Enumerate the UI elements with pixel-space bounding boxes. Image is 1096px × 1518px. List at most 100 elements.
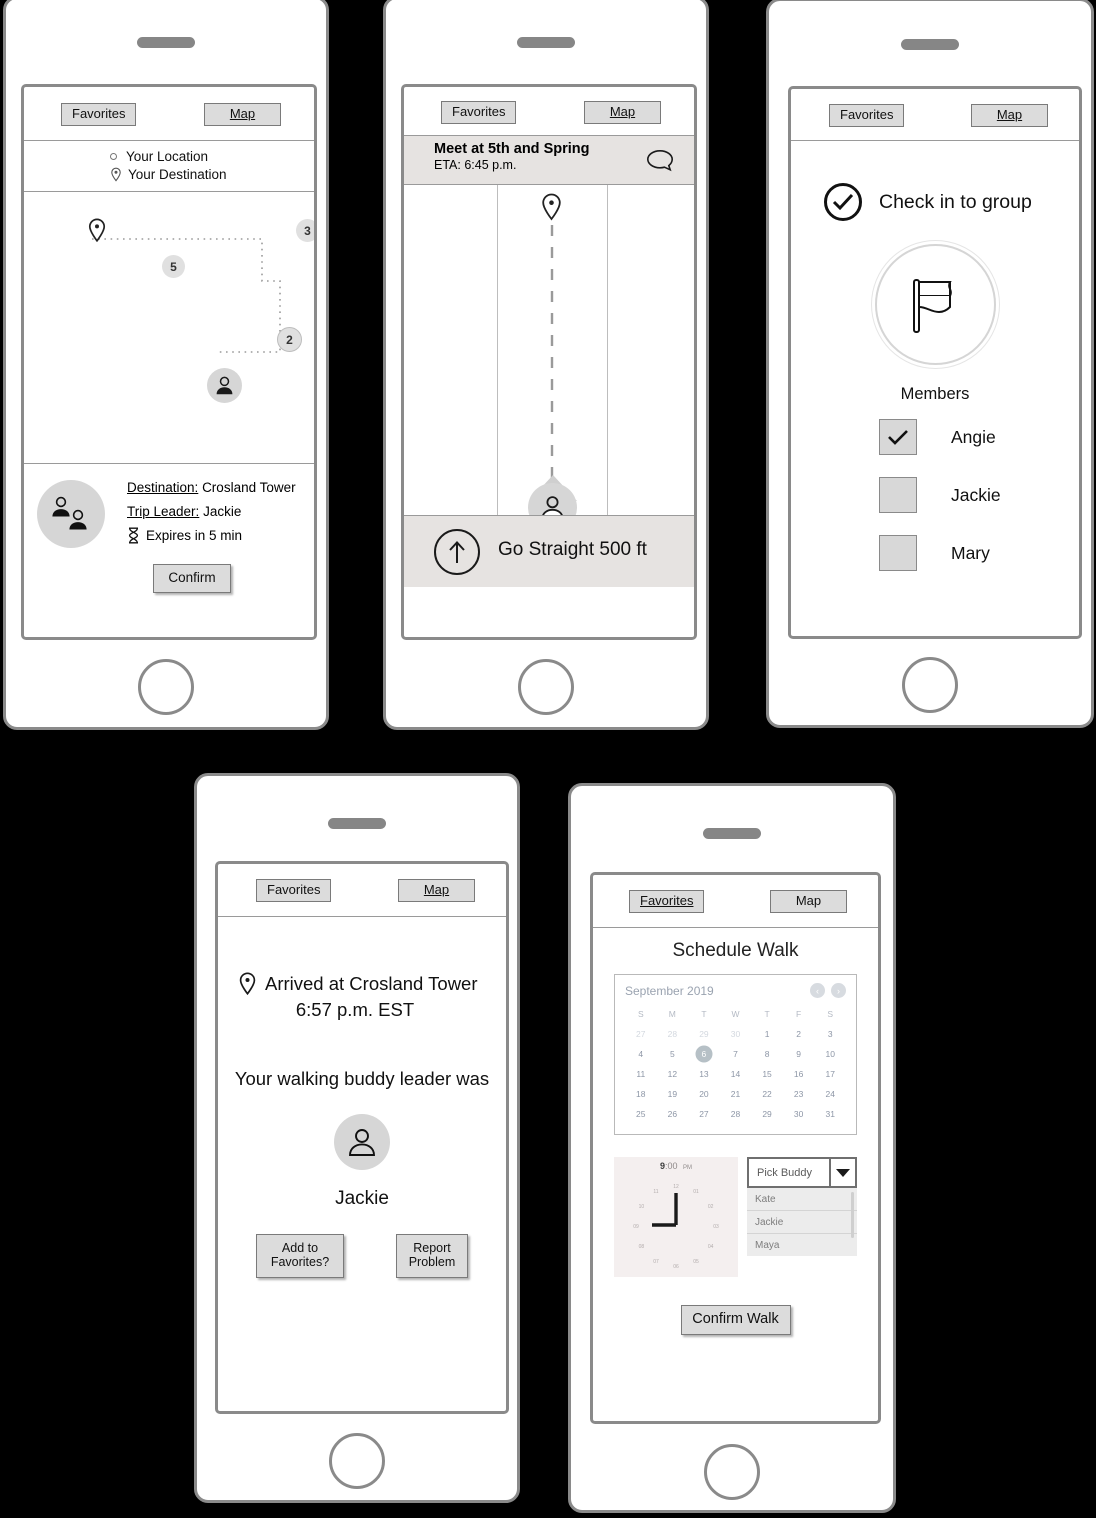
- legend-item-destination: Your Destination: [110, 167, 314, 182]
- confirm-walk-button[interactable]: Confirm Walk: [680, 1305, 791, 1335]
- two-people-avatar: [37, 480, 105, 548]
- add-to-favorites-button[interactable]: Add to Favorites?: [256, 1234, 344, 1278]
- calendar-day[interactable]: 21: [720, 1084, 752, 1104]
- tab-favorites[interactable]: Favorites: [629, 890, 705, 913]
- calendar-dow: M: [668, 1009, 676, 1019]
- calendar-day[interactable]: 30: [720, 1024, 752, 1044]
- map-badge[interactable]: 5: [162, 255, 185, 278]
- map-pin-icon: [87, 218, 107, 244]
- clock-widget[interactable]: 9:00 PM 12 01 02 03 04 05 06 07 08 09 10 11: [614, 1157, 738, 1277]
- member-checkbox[interactable]: [879, 477, 917, 513]
- calendar-day[interactable]: 14: [720, 1064, 752, 1084]
- tab-map[interactable]: Map: [398, 879, 475, 902]
- calendar-day[interactable]: 9: [783, 1044, 815, 1064]
- calendar-day[interactable]: 19: [657, 1084, 689, 1104]
- member-checkbox[interactable]: [879, 535, 917, 571]
- home-button[interactable]: [902, 657, 958, 713]
- hourglass-icon: [127, 527, 140, 544]
- map-badge[interactable]: 3: [296, 219, 314, 242]
- check-icon: [888, 429, 908, 445]
- calendar-day[interactable]: 4: [625, 1044, 657, 1064]
- calendar-day[interactable]: 17: [814, 1064, 846, 1084]
- member-row-jackie[interactable]: Jackie: [791, 477, 1079, 513]
- phone-speaker: [137, 37, 195, 48]
- calendar-day[interactable]: 3: [814, 1024, 846, 1044]
- calendar-day[interactable]: 18: [625, 1084, 657, 1104]
- tab-map[interactable]: Map: [204, 103, 281, 126]
- map-canvas[interactable]: [404, 185, 694, 532]
- buddy-option[interactable]: Maya: [747, 1234, 857, 1256]
- phone-frame-5: Favorites Map Schedule Walk September 20…: [568, 783, 896, 1513]
- calendar-day[interactable]: 8: [751, 1044, 783, 1064]
- buddy-dropdown[interactable]: Pick Buddy: [747, 1157, 857, 1188]
- calendar-day[interactable]: 28: [657, 1024, 689, 1044]
- calendar-day[interactable]: 27: [625, 1024, 657, 1044]
- schedule-title: Schedule Walk: [672, 940, 799, 961]
- calendar-day[interactable]: 20: [688, 1084, 720, 1104]
- tab-favorites[interactable]: Favorites: [829, 104, 905, 127]
- tab-favorites[interactable]: Favorites: [61, 103, 137, 126]
- calendar-day[interactable]: 11: [625, 1064, 657, 1084]
- calendar-day[interactable]: 28: [720, 1104, 752, 1124]
- members-label: Members: [900, 385, 970, 403]
- buddy-option[interactable]: Jackie: [747, 1211, 857, 1234]
- dropdown-scrollbar[interactable]: [851, 1192, 854, 1238]
- tab-bar: Favorites Map: [24, 87, 314, 141]
- phone-frame-4: Favorites Map Arrived at Crosland Tower …: [194, 773, 520, 1503]
- calendar-day[interactable]: 31: [814, 1104, 846, 1124]
- arrival-body: Arrived at Crosland Tower 6:57 p.m. EST …: [218, 917, 506, 1278]
- arrival-row: Arrived at Crosland Tower: [218, 972, 506, 996]
- map-canvas[interactable]: 3 5 2: [24, 192, 314, 464]
- tab-favorites[interactable]: Favorites: [256, 879, 332, 902]
- calendar-day[interactable]: 24: [814, 1084, 846, 1104]
- calendar-day[interactable]: 26: [657, 1104, 689, 1124]
- report-problem-button[interactable]: Report Problem: [396, 1234, 468, 1278]
- calendar-day[interactable]: 12: [657, 1064, 689, 1084]
- calendar-day[interactable]: 23: [783, 1084, 815, 1104]
- calendar-day[interactable]: 25: [625, 1104, 657, 1124]
- calendar-day[interactable]: 7: [720, 1044, 752, 1064]
- screen-navigation: Favorites Map Meet at 5th and Spring ETA…: [401, 84, 697, 640]
- buddy-dropdown-list[interactable]: Kate Jackie Maya: [747, 1188, 857, 1256]
- chevron-right-icon[interactable]: ›: [831, 983, 846, 998]
- route-legend: Your Location Your Destination: [24, 141, 314, 192]
- calendar-day[interactable]: 30: [783, 1104, 815, 1124]
- home-button[interactable]: [518, 659, 574, 715]
- calendar-day[interactable]: 5: [657, 1044, 689, 1064]
- member-row-mary[interactable]: Mary: [791, 535, 1079, 571]
- calendar-day[interactable]: 6: [688, 1044, 720, 1064]
- calendar-dow: F: [796, 1009, 802, 1019]
- calendar-day[interactable]: 1: [751, 1024, 783, 1044]
- confirm-button[interactable]: Confirm: [153, 564, 231, 593]
- calendar-day[interactable]: 27: [688, 1104, 720, 1124]
- calendar-dow: T: [764, 1009, 770, 1019]
- member-checkbox[interactable]: [879, 419, 917, 455]
- home-button[interactable]: [704, 1444, 760, 1500]
- tab-map[interactable]: Map: [770, 890, 847, 913]
- arrow-up-icon: [434, 529, 480, 575]
- home-button[interactable]: [138, 659, 194, 715]
- tab-map[interactable]: Map: [584, 101, 661, 124]
- check-in-header[interactable]: Check in to group: [791, 183, 1079, 221]
- home-button[interactable]: [329, 1433, 385, 1489]
- member-row-angie[interactable]: Angie: [791, 419, 1079, 455]
- calendar-day[interactable]: 2: [783, 1024, 815, 1044]
- calendar-day[interactable]: 10: [814, 1044, 846, 1064]
- chevron-left-icon[interactable]: ‹: [810, 983, 825, 998]
- calendar-day[interactable]: 16: [783, 1064, 815, 1084]
- buddy-option[interactable]: Kate: [747, 1188, 857, 1211]
- triangle-down-icon[interactable]: [829, 1159, 855, 1186]
- tab-favorites[interactable]: Favorites: [441, 101, 517, 124]
- check-circle-icon: [824, 183, 862, 221]
- calendar-day[interactable]: 22: [751, 1084, 783, 1104]
- speech-bubble-icon[interactable]: [646, 149, 674, 172]
- calendar-day[interactable]: 29: [751, 1104, 783, 1124]
- calendar-day[interactable]: 29: [688, 1024, 720, 1044]
- calendar-day[interactable]: 15: [751, 1064, 783, 1084]
- tab-map[interactable]: Map: [971, 104, 1048, 127]
- calendar-widget[interactable]: September 2019 ‹ › S M T W T F S 27 28 29 30 1 2 3 4 5 6…: [614, 974, 857, 1135]
- map-badge[interactable]: 2: [277, 327, 302, 352]
- map-user-avatar[interactable]: [207, 368, 242, 403]
- leader-name: Jackie: [335, 1188, 389, 1209]
- calendar-day[interactable]: 13: [688, 1064, 720, 1084]
